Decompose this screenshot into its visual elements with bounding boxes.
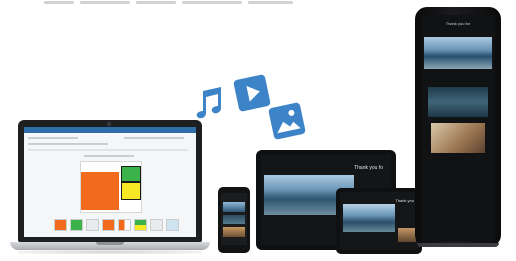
laptop-lid [18,120,202,242]
laptop [10,120,210,255]
image-icon [267,101,307,141]
kiosk-title: Thank you for [445,21,471,26]
tablet-small-image-coffee [398,228,416,242]
editor-toolbar-line [84,155,134,157]
layout-thumbnail [150,219,163,231]
music-note-icon [190,85,226,119]
phone-screen [221,193,247,245]
editor-toolbar-line [124,137,184,139]
layout-zone-orange [81,172,119,210]
kiosk-image-water [428,87,488,117]
phone-image-water [223,215,245,224]
phone-image-lake [223,202,245,212]
smartphone [218,187,250,253]
layout-thumbnail [54,219,67,231]
laptop-shadow [18,250,202,254]
editor-toolbar-line [28,137,78,139]
layout-thumbnails [54,219,184,233]
layout-thumbnail [134,219,147,231]
layout-thumbnail [70,219,83,231]
laptop-camera [107,122,111,126]
layout-zone-yellow [121,182,141,200]
layout-thumbnail [102,219,115,231]
kiosk-screen: Thank you for [421,15,495,241]
laptop-notch [96,242,124,245]
laptop-screen-editor [24,127,196,237]
tablet-landscape-title: Thank you fo [354,165,383,171]
layout-thumbnail [118,219,131,231]
cropped-content-strip [44,0,314,5]
tablet-small-image-lake [343,204,395,232]
layout-canvas [80,161,142,213]
kiosk-base [417,243,499,247]
tablet-small-screen: Thank you [340,192,418,250]
tablet-small: Thank you [336,188,422,254]
kiosk-image-coffee [431,123,485,153]
digital-signage-kiosk: Thank you for [415,7,501,247]
layout-thumbnail [86,219,99,231]
tablet-small-title: Thank you [395,198,414,203]
editor-toolbar-line [28,143,108,145]
layout-thumbnail [166,219,179,231]
editor-topbar [24,127,196,133]
editor-toolbar-line [28,149,188,151]
phone-image-coffee [223,227,245,237]
kiosk-image-lake [424,37,492,69]
layout-zone-green [121,166,141,182]
multi-device-hero: Thank you fo Thank you Thank you for [0,0,516,261]
play-icon [232,73,272,113]
